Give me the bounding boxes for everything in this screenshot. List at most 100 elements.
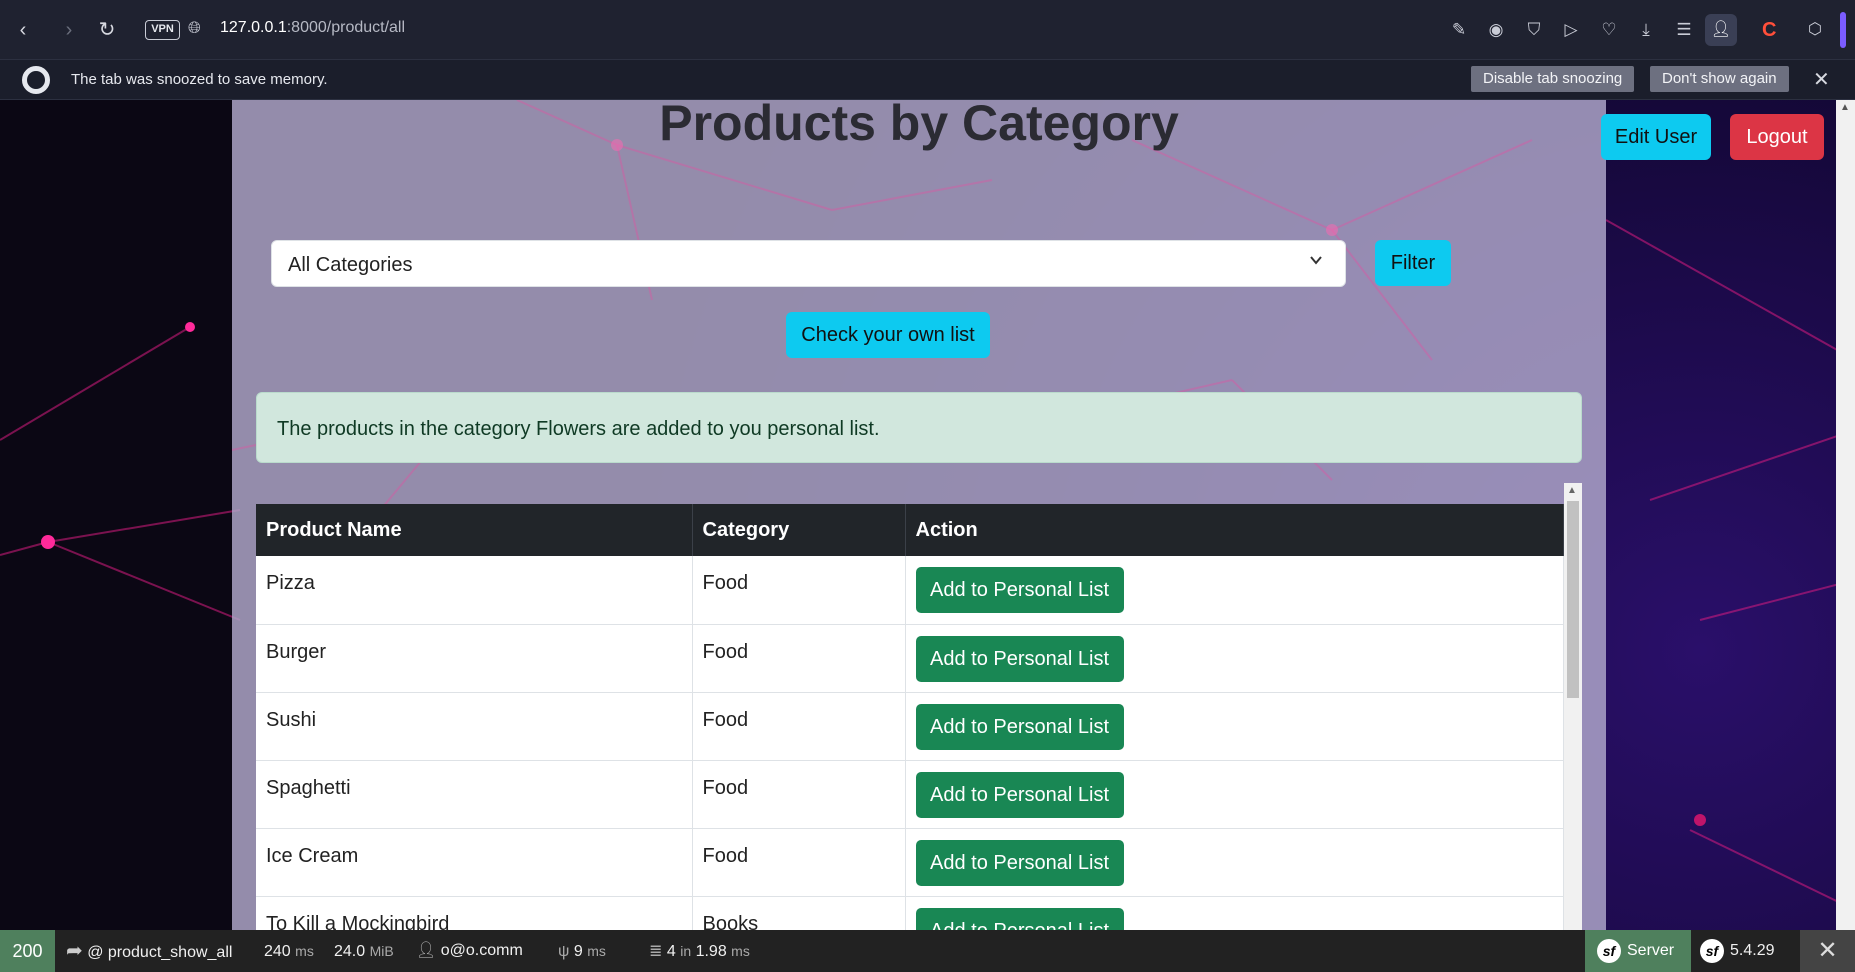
address-bar[interactable]: 127.0.0.1:8000/product/all	[220, 19, 405, 37]
table-row: Pizza Food Add to Personal List	[256, 556, 1564, 625]
add-to-personal-list-button[interactable]: Add to Personal List	[915, 635, 1124, 682]
db-time: 1.98	[695, 943, 727, 960]
table-row: Burger Food Add to Personal List	[256, 624, 1564, 693]
download-icon[interactable]: ⤓	[1634, 18, 1658, 42]
heart-icon[interactable]: ♡	[1597, 18, 1621, 42]
product-name-cell: Pizza	[256, 556, 693, 625]
time-value: 240	[264, 943, 291, 960]
column-header-product-name: Product Name	[256, 504, 693, 556]
column-header-category: Category	[692, 504, 906, 556]
page-background: Products by Category All Categories Filt…	[0, 100, 1855, 930]
close-icon[interactable]: ✕	[1800, 930, 1855, 972]
reload-icon[interactable]: ↻	[94, 17, 120, 43]
category-select[interactable]: All Categories	[271, 240, 1346, 287]
cube-icon[interactable]: ⬡	[1803, 18, 1827, 42]
url-host: 127.0.0.1	[220, 19, 287, 36]
table-row: Sushi Food Add to Personal List	[256, 692, 1564, 761]
add-to-personal-list-button[interactable]: Add to Personal List	[915, 907, 1124, 930]
category-cell: Books	[692, 896, 906, 930]
server-label: Server	[1627, 942, 1675, 959]
dont-show-again-button[interactable]: Don't show again	[1650, 66, 1789, 92]
category-cell: Food	[692, 760, 906, 829]
snooze-message: The tab was snoozed to save memory.	[71, 71, 328, 88]
logout-button[interactable]: Logout	[1730, 114, 1824, 160]
action-cell: Add to Personal List	[905, 556, 1564, 625]
category-cell: Food	[692, 828, 906, 897]
vpn-badge[interactable]: VPN	[145, 20, 180, 40]
action-cell: Add to Personal List	[905, 692, 1564, 761]
table-scrollbar-thumb[interactable]	[1567, 501, 1579, 698]
symfony-version-item[interactable]: sf 5.4.29	[1700, 930, 1774, 972]
shield-icon[interactable]: ⛉	[1522, 18, 1546, 42]
db-in: in	[680, 943, 692, 959]
memory-item[interactable]: 24.0 MiB	[334, 930, 394, 972]
page-title: Products by Category	[659, 100, 1179, 151]
url-path: :8000/product/all	[286, 19, 406, 36]
route-item[interactable]: ➦ @ product_show_all	[66, 930, 232, 972]
play-icon[interactable]: ▷	[1559, 18, 1583, 42]
user-email: o@o.comm	[440, 942, 523, 959]
symfony-logo-icon: sf	[1597, 938, 1621, 963]
back-arrow-icon[interactable]: ‹	[10, 17, 36, 43]
category-cell: Food	[692, 556, 906, 625]
select-value: All Categories	[288, 254, 413, 276]
table-header-row: Product Name Category Action	[256, 504, 1564, 556]
profile-icon[interactable]: 👤︎	[1705, 14, 1737, 46]
table-row: To Kill a Mockingbird Books Add to Perso…	[256, 896, 1564, 930]
products-table: Product Name Category Action Pizza Food …	[256, 504, 1564, 930]
twig-unit: ms	[587, 943, 606, 959]
scroll-up-arrow-icon[interactable]: ▲	[1840, 102, 1850, 113]
database-item[interactable]: ≣ 4 in 1.98 ms	[649, 930, 750, 972]
redirect-arrow-icon: ➦	[66, 940, 83, 962]
status-code-badge[interactable]: 200	[0, 930, 55, 972]
action-cell: Add to Personal List	[905, 828, 1564, 897]
user-icon: 👤︎	[416, 942, 437, 959]
memory-value: 24.0	[334, 943, 366, 960]
action-cell: Add to Personal List	[905, 760, 1564, 829]
table-scrollbar[interactable]: ▲	[1564, 483, 1582, 930]
filter-button[interactable]: Filter	[1375, 240, 1451, 286]
products-table-container: Product Name Category Action Pizza Food …	[256, 483, 1582, 930]
tab-snooze-notification: The tab was snoozed to save memory. Disa…	[0, 60, 1855, 100]
request-time-item[interactable]: 240 ms	[264, 930, 314, 972]
product-name-cell: Ice Cream	[256, 828, 693, 897]
browser-toolbar: ‹ › ↻ VPN 🌐︎ 127.0.0.1:8000/product/all …	[0, 0, 1855, 60]
extension-icon[interactable]: C	[1762, 18, 1786, 42]
add-to-personal-list-button[interactable]: Add to Personal List	[915, 839, 1124, 886]
twig-value: 9	[573, 943, 583, 960]
twig-item[interactable]: ψ 9 ms	[558, 930, 606, 972]
category-cell: Food	[692, 692, 906, 761]
success-alert: The products in the category Flowers are…	[256, 392, 1582, 463]
edit-page-icon[interactable]: ✎	[1447, 18, 1471, 42]
edit-user-button[interactable]: Edit User	[1601, 114, 1711, 160]
debug-toolbar: 200 ➦ @ product_show_all 240 ms 24.0 MiB…	[0, 930, 1855, 972]
server-item[interactable]: sf Server	[1585, 930, 1691, 972]
twig-icon: ψ	[558, 943, 570, 960]
page-scrollbar[interactable]: ▲	[1836, 100, 1855, 930]
disable-tab-snoozing-button[interactable]: Disable tab snoozing	[1471, 66, 1635, 92]
product-name-cell: Sushi	[256, 692, 693, 761]
scroll-up-arrow-icon[interactable]: ▲	[1567, 485, 1577, 496]
menu-icon[interactable]: ☰	[1672, 18, 1696, 42]
add-to-personal-list-button[interactable]: Add to Personal List	[915, 567, 1124, 613]
close-icon[interactable]: ✕	[1813, 68, 1830, 92]
db-queries: 4	[666, 943, 676, 960]
route-name: @ product_show_all	[87, 944, 233, 961]
column-header-action: Action	[905, 504, 1564, 556]
add-to-personal-list-button[interactable]: Add to Personal List	[915, 703, 1124, 750]
check-own-list-button[interactable]: Check your own list	[786, 312, 990, 358]
db-unit: ms	[731, 943, 750, 959]
product-name-cell: To Kill a Mockingbird	[256, 896, 693, 930]
category-cell: Food	[692, 624, 906, 693]
user-item[interactable]: 👤︎ o@o.comm	[416, 930, 523, 972]
camera-icon[interactable]: ◉	[1484, 18, 1508, 42]
forward-arrow-icon[interactable]: ›	[56, 17, 82, 43]
product-name-cell: Spaghetti	[256, 760, 693, 829]
time-unit: ms	[295, 943, 314, 959]
alert-message: The products in the category Flowers are…	[277, 418, 880, 440]
add-to-personal-list-button[interactable]: Add to Personal List	[915, 771, 1124, 818]
globe-icon: 🌐︎	[188, 20, 201, 37]
symfony-version: 5.4.29	[1730, 942, 1775, 959]
memory-unit: MiB	[369, 943, 394, 959]
content-panel: Products by Category All Categories Filt…	[232, 100, 1606, 930]
